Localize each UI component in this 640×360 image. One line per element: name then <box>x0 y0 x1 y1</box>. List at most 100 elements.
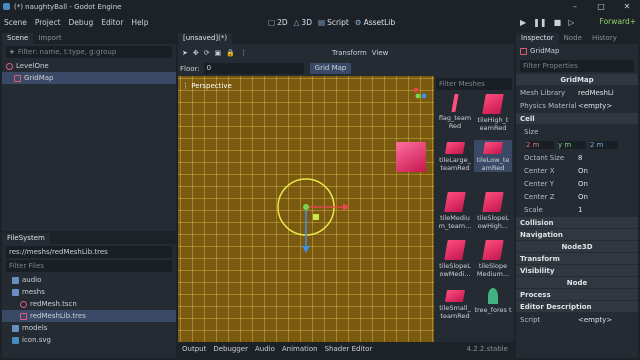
main-screen-2d[interactable]: □ 2D <box>268 18 288 27</box>
menu-debug[interactable]: Debug <box>65 18 98 27</box>
prop-size-fields[interactable]: 2 m y m 2 m <box>516 138 638 151</box>
tab-node[interactable]: Node <box>559 33 587 44</box>
section-collision[interactable]: Collision <box>516 217 638 228</box>
mesh-item[interactable]: tileLow_te amRed <box>474 140 512 172</box>
tab-unsaved-scene[interactable]: [unsaved](*) <box>178 33 233 44</box>
x-arrow-icon <box>343 203 350 211</box>
prop-scale[interactable]: Scale 1 <box>516 203 638 216</box>
tab-debugger[interactable]: Debugger <box>213 345 248 353</box>
title-bar: (*) naughtyBall - Godot Engine – □ ✕ <box>0 0 640 13</box>
mesh-item[interactable]: flag_team Red <box>436 94 474 130</box>
mesh-item[interactable]: tileSmall_ teamRed <box>436 290 474 320</box>
section-transform[interactable]: Transform <box>516 253 638 264</box>
section-editor-description[interactable]: Editor Description <box>516 301 638 312</box>
maximize-button[interactable]: □ <box>588 0 614 13</box>
tree-item-gridmap[interactable]: GridMap <box>2 72 176 84</box>
mesh-filter-input[interactable]: Filter Meshes <box>436 78 512 90</box>
tab-history[interactable]: History <box>587 33 622 44</box>
3d-viewport[interactable]: ⋮ Perspective <box>178 76 434 342</box>
transform-menu[interactable]: Transform <box>332 49 367 57</box>
stop-icon[interactable]: ■ <box>554 18 562 27</box>
tab-filesystem[interactable]: FileSystem <box>2 233 50 244</box>
snap-icon[interactable]: ⋮ <box>240 49 247 57</box>
tab-animation[interactable]: Animation <box>282 345 318 353</box>
file-item-icon-svg[interactable]: icon.svg <box>2 334 176 346</box>
play-controls: ▶ ❚❚ ■ ▷ <box>520 13 574 31</box>
class-header-node3d: Node3D <box>516 241 638 252</box>
main-screen-assetlib[interactable]: ⚙ AssetLib <box>355 18 395 27</box>
scale-tool-icon[interactable]: ▣ <box>215 49 222 57</box>
tab-scene[interactable]: Scene <box>2 33 34 44</box>
prop-script[interactable]: Script <empty> <box>516 313 638 326</box>
section-visibility[interactable]: Visibility <box>516 265 638 276</box>
mesh-item[interactable]: tree_fores t <box>474 288 512 314</box>
section-navigation[interactable]: Navigation <box>516 229 638 240</box>
pivot-point <box>303 204 309 210</box>
renderer-select[interactable]: Forward+ <box>600 13 636 31</box>
scene-filter-input[interactable]: + Filter: name, t:type, g:group <box>6 46 172 58</box>
tab-audio[interactable]: Audio <box>255 345 275 353</box>
size-y-field[interactable]: y m <box>558 140 586 149</box>
move-tool-icon[interactable]: ✥ <box>193 49 199 57</box>
prop-center-y[interactable]: Center Y On <box>516 177 638 190</box>
section-process[interactable]: Process <box>516 289 638 300</box>
close-window-button[interactable]: ✕ <box>614 0 640 13</box>
tab-output[interactable]: Output <box>182 345 206 353</box>
lock-icon[interactable]: 🔒 <box>226 49 235 57</box>
mesh-item[interactable]: tileMediu m_team... <box>436 192 474 230</box>
pause-icon[interactable]: ❚❚ <box>533 18 546 27</box>
tab-inspector[interactable]: Inspector <box>516 33 559 44</box>
class-header-node: Node <box>516 277 638 288</box>
prop-center-z[interactable]: Center Z On <box>516 190 638 203</box>
file-item-models[interactable]: models <box>2 322 176 334</box>
file-item-redmeshlib-tres[interactable]: redMeshLib.tres <box>2 310 176 322</box>
mesh-preview-cube <box>396 142 426 172</box>
main-screen-switcher: □ 2D △ 3D ▤ Script ⚙ AssetLib <box>268 13 395 31</box>
filesystem-path-input[interactable]: res://meshs/redMeshLib.tres <box>6 246 172 258</box>
prop-mesh-library[interactable]: Mesh Library redMeshLi <box>516 86 638 99</box>
main-screen-script[interactable]: ▤ Script <box>318 18 349 27</box>
prop-octant-size[interactable]: Octant Size 8 <box>516 151 638 164</box>
file-item-meshs[interactable]: meshs <box>2 286 176 298</box>
select-tool-icon[interactable]: ➤ <box>182 49 188 57</box>
mesh-item[interactable]: tileSlopeL owMedi... <box>436 240 474 278</box>
inspector-filter-input[interactable]: Filter Properties <box>520 60 634 72</box>
mesh-item[interactable]: tileSlopeL owHigh... <box>474 192 512 230</box>
gridmap-button[interactable]: Grid Map <box>309 63 352 74</box>
window-title: (*) naughtyBall - Godot Engine <box>14 2 122 11</box>
play-scene-icon[interactable]: ▷ <box>568 18 574 27</box>
mesh-item[interactable]: tileHigh_t eamRed <box>474 94 512 132</box>
resource-file-icon <box>20 312 27 320</box>
main-screen-3d[interactable]: △ 3D <box>294 18 312 27</box>
tab-import[interactable]: Import <box>33 33 66 44</box>
tree-item-levelone[interactable]: LevelOne <box>2 60 176 72</box>
file-item-redmesh-tscn[interactable]: redMesh.tscn <box>2 298 176 310</box>
mesh-item[interactable]: tileSlope Medium... <box>474 240 512 278</box>
editor-header: [unsaved](*) ➤ ✥ ⟳ ▣ 🔒 ⋮ Transform View … <box>178 33 514 76</box>
file-item-audio[interactable]: audio <box>2 274 176 286</box>
menu-project[interactable]: Project <box>31 18 65 27</box>
mesh-item[interactable]: tileLarge_ teamRed <box>436 142 474 172</box>
filesystem-filter-input[interactable]: Filter Files <box>6 260 172 272</box>
rotate-tool-icon[interactable]: ⟳ <box>204 49 210 57</box>
prop-physics-material[interactable]: Physics Material <empty> <box>516 99 638 112</box>
floor-input[interactable]: 0 <box>203 63 304 74</box>
selected-cell <box>313 214 319 220</box>
size-z-field[interactable]: 2 m <box>590 140 618 149</box>
menu-help[interactable]: Help <box>127 18 152 27</box>
z-arrow-icon <box>302 246 310 253</box>
view-menu[interactable]: View <box>372 49 389 57</box>
class-header-gridmap: GridMap <box>516 74 638 85</box>
size-x-field[interactable]: 2 m <box>526 140 554 149</box>
inspector-node-path[interactable]: GridMap <box>516 44 638 58</box>
menu-editor[interactable]: Editor <box>97 18 127 27</box>
menu-scene[interactable]: Scene <box>0 18 31 27</box>
add-node-icon[interactable]: + <box>9 48 15 56</box>
minimize-button[interactable]: – <box>562 0 588 13</box>
play-icon[interactable]: ▶ <box>520 18 526 27</box>
tab-shader-editor[interactable]: Shader Editor <box>325 345 373 353</box>
prop-center-x[interactable]: Center X On <box>516 164 638 177</box>
section-cell[interactable]: Cell <box>516 113 638 124</box>
version-label: 4.2.2.stable <box>466 345 508 353</box>
assetlib-icon: ⚙ <box>354 17 362 27</box>
